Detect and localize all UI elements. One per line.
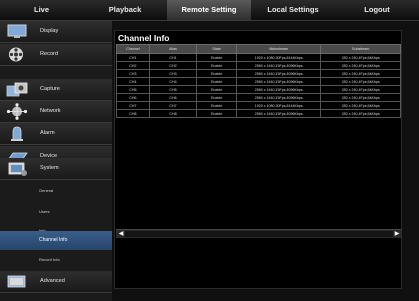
alias-cell: CH1 [148,53,198,62]
substream-cell: 352 x 240,4Fps,64Kbps [320,61,401,70]
alias-cell: CH3 [148,69,198,78]
table-row[interactable]: CH1 CH1 Enable 1920 x 1080,30Fps,6144Kbps 35… [116,53,401,62]
substream-cell: 352 x 240,4Fps,64Kbps [320,101,401,110]
channel-cell: CH5 [116,85,150,94]
channel-cell: CH6 [116,93,150,102]
table-row[interactable]: CH6 CH6 Enable 2560 x 1440,15Fps,4096Kbps 35… [116,93,401,102]
tab-live[interactable]: Live [0,0,83,20]
state-cell: Enable [196,93,237,102]
substream-cell: 352 x 240,4Fps,64Kbps [320,77,401,86]
table-row[interactable]: CH3 CH3 Enable 2560 x 1440,15Fps,4096Kbps 35… [116,69,401,78]
channel-cell: CH7 [116,101,150,110]
mainstream-cell: 1920 x 1080,30Fps,6144Kbps [235,101,322,110]
column-header-alias: Alias [148,44,198,54]
sidebar-item-system[interactable]: System [0,158,112,180]
sidebar-item-capture[interactable]: Capture [0,79,112,101]
alias-cell: CH2 [148,61,198,70]
channel-cell: CH3 [116,69,150,78]
table-row[interactable]: CH5 CH5 Enable 2560 x 1440,15Fps,4096Kbps 35… [116,85,401,94]
chevron-right-icon[interactable]: ▶ [393,230,401,238]
column-header-substream: Substream [320,44,401,54]
sidebar-item-label: Record [40,51,59,57]
sidebar: Display Record Capture Network Alarm Dev… [0,21,112,301]
mainstream-cell: 2560 x 1440,15Fps,4096Kbps [235,85,322,94]
substream-cell: 352 x 240,4Fps,64Kbps [320,85,401,94]
substream-cell: 352 x 240,4Fps,64Kbps [320,93,401,102]
camera-capture-icon [6,82,28,97]
alias-cell: CH7 [148,101,198,110]
sidebar-item-network[interactable]: Network [0,101,112,123]
sidebar-item-label: Display [40,28,59,34]
channel-cell: CH4 [116,77,150,86]
substream-cell: 352 x 240,4Fps,64Kbps [320,69,401,78]
mainstream-cell: 1920 x 1080,30Fps,6144Kbps [235,53,322,62]
sidebar-item-record[interactable]: Record [0,44,112,66]
state-cell: Enable [196,77,237,86]
state-cell: Enable [196,69,237,78]
sidebar-subitem-label: Record Info [39,257,60,262]
sidebar-subitem-users[interactable]: Users [0,202,112,221]
sidebar-item-advanced[interactable]: Advanced [0,271,112,293]
chevron-left-icon[interactable]: ◀ [117,230,125,238]
advanced-icon [7,275,26,288]
scrollbar-thumb[interactable] [125,231,393,237]
alias-cell: CH5 [148,85,198,94]
alias-cell: CH8 [148,109,198,118]
state-cell: Enable [196,109,237,118]
sidebar-item-label: Capture [40,86,60,92]
alias-cell: CH6 [148,93,198,102]
sidebar-subitem-label: Channel Info [39,237,68,243]
mainstream-cell: 2560 x 1440,15Fps,4096Kbps [235,77,322,86]
alarm-icon [11,126,23,141]
channel-info-table: Channel Alias State Mainstream Substream… [116,44,401,118]
system-icon [8,162,27,176]
sidebar-subitem-label: General [39,188,54,193]
tab-playback[interactable]: Playback [83,0,167,20]
state-cell: Enable [196,101,237,110]
alias-cell: CH4 [148,77,198,86]
sidebar-item-display[interactable]: Display [0,21,112,43]
sidebar-subitem-channel-info[interactable]: Channel Info [0,231,112,250]
mainstream-cell: 2560 x 1440,15Fps,4096Kbps [235,61,322,70]
sidebar-item-alarm[interactable]: Alarm [0,123,112,145]
sidebar-item-label: Advanced [40,278,65,284]
page-title: Channel Info [118,33,170,43]
table-row[interactable]: CH2 CH2 Enable 2560 x 1440,15Fps,4096Kbps 35… [116,61,401,70]
column-header-mainstream: Mainstream [235,44,322,54]
film-reel-icon [9,47,23,62]
monitor-icon [7,24,27,38]
channel-cell: CH2 [116,61,150,70]
state-cell: Enable [196,53,237,62]
sidebar-item-label: Network [40,108,61,114]
horizontal-scrollbar[interactable]: ◀ ▶ [116,229,402,238]
state-cell: Enable [196,61,237,70]
column-header-channel: Channel [116,44,150,54]
table-header-row: Channel Alias State Mainstream Substream [116,44,401,54]
top-nav-bar: Live Playback Remote Setting Local Setti… [0,0,419,21]
mainstream-cell: 2560 x 1440,15Fps,4096Kbps [235,93,322,102]
table-row[interactable]: CH8 CH8 Enable 2560 x 1440,15Fps,4096Kbps 35… [116,109,401,118]
channel-cell: CH8 [116,109,150,118]
sidebar-subitem-record-info[interactable]: Record Info [0,250,112,269]
column-header-state: State [196,44,237,54]
state-cell: Enable [196,85,237,94]
tab-local-settings[interactable]: Local Settings [251,0,335,20]
sidebar-subitem-general[interactable]: General [0,181,112,200]
sidebar-item-label: Alarm [40,130,55,136]
sidebar-item-label: System [40,165,59,171]
substream-cell: 352 x 240,4Fps,64Kbps [320,109,401,118]
tab-logout[interactable]: Logout [335,0,419,20]
mainstream-cell: 2560 x 1440,15Fps,4096Kbps [235,69,322,78]
table-row[interactable]: CH7 CH7 Enable 1920 x 1080,30Fps,6144Kbps 35… [116,101,401,110]
network-globe-icon [6,103,28,120]
table-row[interactable]: CH4 CH4 Enable 2560 x 1440,15Fps,4096Kbps 35… [116,77,401,86]
substream-cell: 352 x 240,4Fps,64Kbps [320,53,401,62]
tab-remote-setting[interactable]: Remote Setting [167,0,251,20]
mainstream-cell: 2560 x 1440,15Fps,4096Kbps [235,109,322,118]
channel-info-panel: Channel Info Channel Alias State Mainstr… [114,30,402,289]
channel-cell: CH1 [116,53,150,62]
sidebar-subitem-label: Users [39,209,50,214]
